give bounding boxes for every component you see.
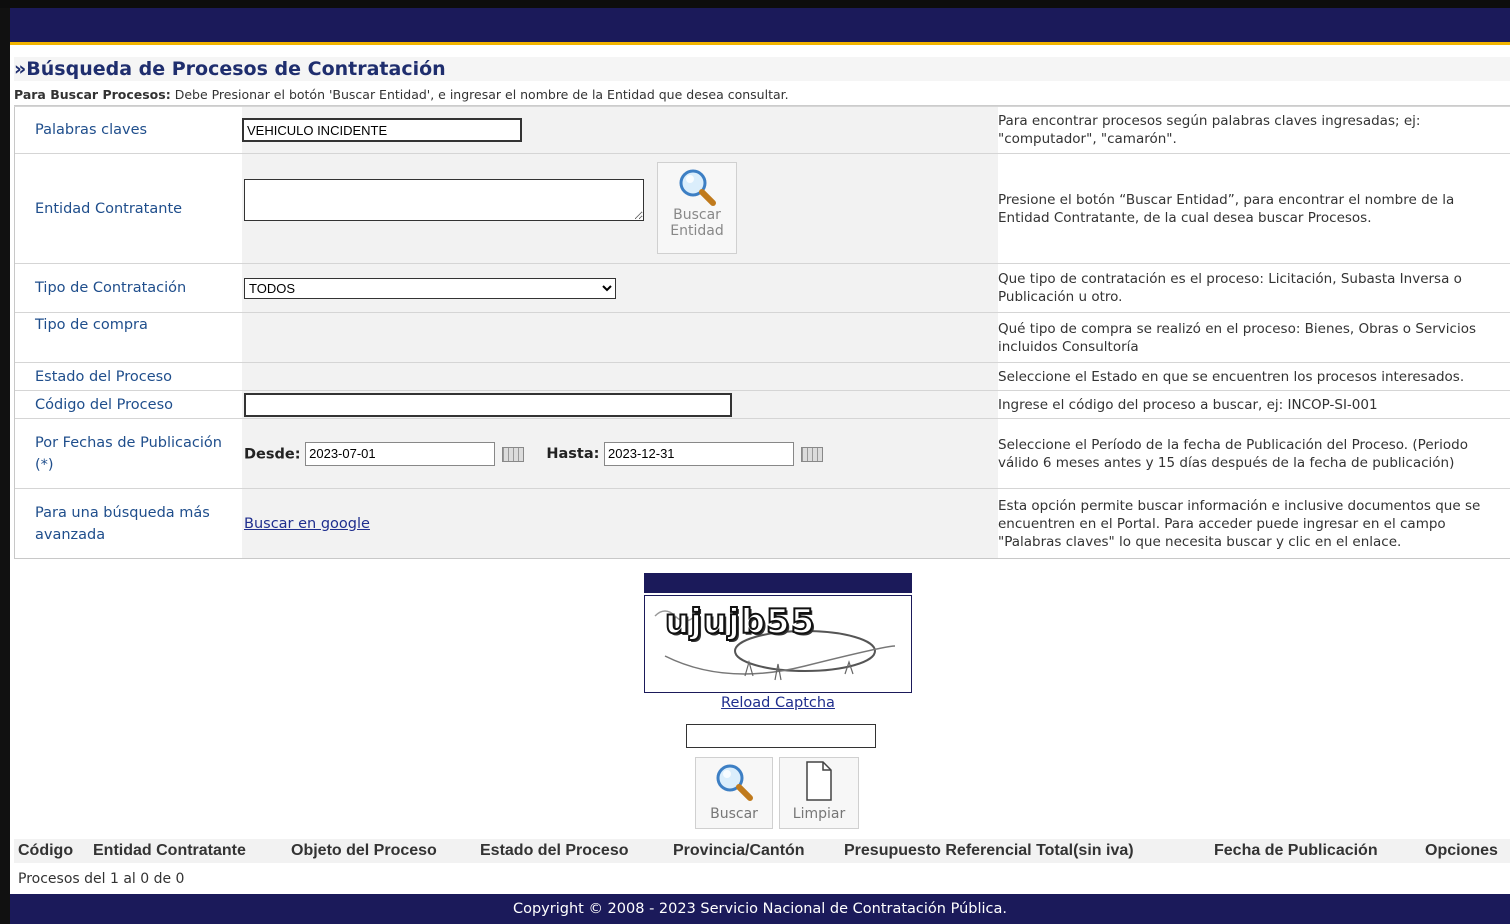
column-header[interactable]: Objeto del Proceso — [291, 839, 437, 863]
purchase-type-help: Qué tipo de compra se realizó en el proc… — [998, 312, 1510, 363]
advanced-help: Esta opción permite buscar información e… — [998, 488, 1510, 559]
process-state-help: Seleccione el Estado en que se encuentre… — [998, 362, 1510, 391]
column-header[interactable]: Presupuesto Referencial Total(sin iva) — [844, 839, 1134, 863]
purchase-type-label: Tipo de compra — [14, 312, 242, 363]
row-contract-type: Tipo de Contratación TODOS Que tipo de c… — [14, 263, 1510, 313]
entity-help: Presione el botón “Buscar Entidad”, para… — [998, 153, 1510, 264]
magnifier-icon — [679, 169, 716, 206]
search-button[interactable]: Buscar — [695, 757, 773, 829]
column-header[interactable]: Entidad Contratante — [93, 839, 246, 863]
instructions-label: Para Buscar Procesos: — [14, 87, 171, 102]
dates-label: Por Fechas de Publicación (*) — [14, 418, 242, 489]
row-process-state: Estado del Proceso Seleccione el Estado … — [14, 362, 1510, 391]
keywords-help: Para encontrar procesos según palabras c… — [998, 106, 1510, 154]
top-banner — [10, 8, 1510, 45]
instructions-text: Debe Presionar el botón 'Buscar Entidad'… — [170, 87, 789, 102]
clear-button-label: Limpiar — [792, 806, 846, 822]
window-frame-top — [0, 0, 1510, 8]
process-code-label: Código del Proceso — [14, 390, 242, 419]
search-entity-button[interactable]: Buscar Entidad — [657, 162, 737, 254]
entity-textarea[interactable] — [244, 179, 644, 221]
instructions: Para Buscar Procesos: Debe Presionar el … — [14, 85, 1510, 106]
column-header[interactable]: Provincia/Cantón — [673, 839, 805, 863]
process-state-label: Estado del Proceso — [14, 362, 242, 391]
captcha-text: ujujb55 — [664, 601, 816, 643]
blank-document-icon — [806, 761, 832, 801]
contract-type-label: Tipo de Contratación — [14, 263, 242, 313]
page-title: »Búsqueda de Procesos de Contratación — [14, 57, 1510, 81]
search-entity-label-1: Buscar — [673, 207, 721, 223]
footer-copyright: Copyright © 2008 - 2023 Servicio Naciona… — [10, 894, 1510, 924]
main-content: »Búsqueda de Procesos de Contratación Pa… — [10, 45, 1510, 924]
dates-help: Seleccione el Período de la fecha de Pub… — [998, 418, 1510, 489]
search-form: Palabras claves Para encontrar procesos … — [14, 106, 1510, 559]
column-header[interactable]: Código — [18, 839, 73, 863]
date-to-input[interactable] — [604, 441, 795, 466]
captcha-header-bar — [644, 573, 912, 593]
google-search-link[interactable]: Buscar en google — [244, 516, 370, 532]
row-advanced: Para una búsqueda más avanzada Buscar en… — [14, 488, 1510, 559]
to-label: Hasta: — [546, 446, 600, 462]
results-table-header: Código Entidad Contratante Objeto del Pr… — [14, 839, 1510, 863]
search-entity-label-2: Entidad — [670, 223, 724, 239]
row-process-code: Código del Proceso Ingrese el código del… — [14, 390, 1510, 419]
process-code-help: Ingrese el código del proceso a buscar, … — [998, 390, 1510, 419]
clear-button[interactable]: Limpiar — [779, 757, 859, 829]
row-dates: Por Fechas de Publicación (*) Desde: Has… — [14, 418, 1510, 489]
entity-label: Entidad Contratante — [14, 153, 242, 264]
row-purchase-type: Tipo de compra Qué tipo de compra se rea… — [14, 312, 1510, 363]
contract-type-select[interactable]: TODOS — [244, 277, 616, 299]
keywords-label: Palabras claves — [14, 106, 242, 154]
search-button-label: Buscar — [710, 806, 758, 822]
row-keywords: Palabras claves Para encontrar procesos … — [14, 106, 1510, 154]
advanced-label: Para una búsqueda más avanzada — [14, 488, 242, 559]
captcha-image: ujujb55 — [644, 595, 912, 693]
contract-type-help: Que tipo de contratación es el proceso: … — [998, 263, 1510, 313]
date-from-input[interactable] — [305, 441, 496, 466]
reload-captcha-link[interactable]: Reload Captcha — [644, 695, 912, 711]
process-code-input[interactable] — [244, 392, 732, 417]
column-header[interactable]: Fecha de Publicación — [1214, 839, 1378, 863]
calendar-from-icon[interactable] — [501, 446, 524, 462]
calendar-to-icon[interactable] — [800, 446, 823, 462]
column-header[interactable]: Estado del Proceso — [480, 839, 629, 863]
keywords-input[interactable] — [242, 118, 522, 142]
column-header[interactable]: Opciones — [1425, 839, 1498, 863]
from-label: Desde: — [244, 446, 301, 462]
row-entity: Entidad Contratante Buscar Entidad Presi… — [14, 153, 1510, 264]
results-count: Procesos del 1 al 0 de 0 — [18, 871, 185, 887]
magnifier-icon — [716, 764, 753, 801]
captcha-input[interactable] — [686, 724, 876, 748]
window-frame-left — [0, 0, 10, 924]
